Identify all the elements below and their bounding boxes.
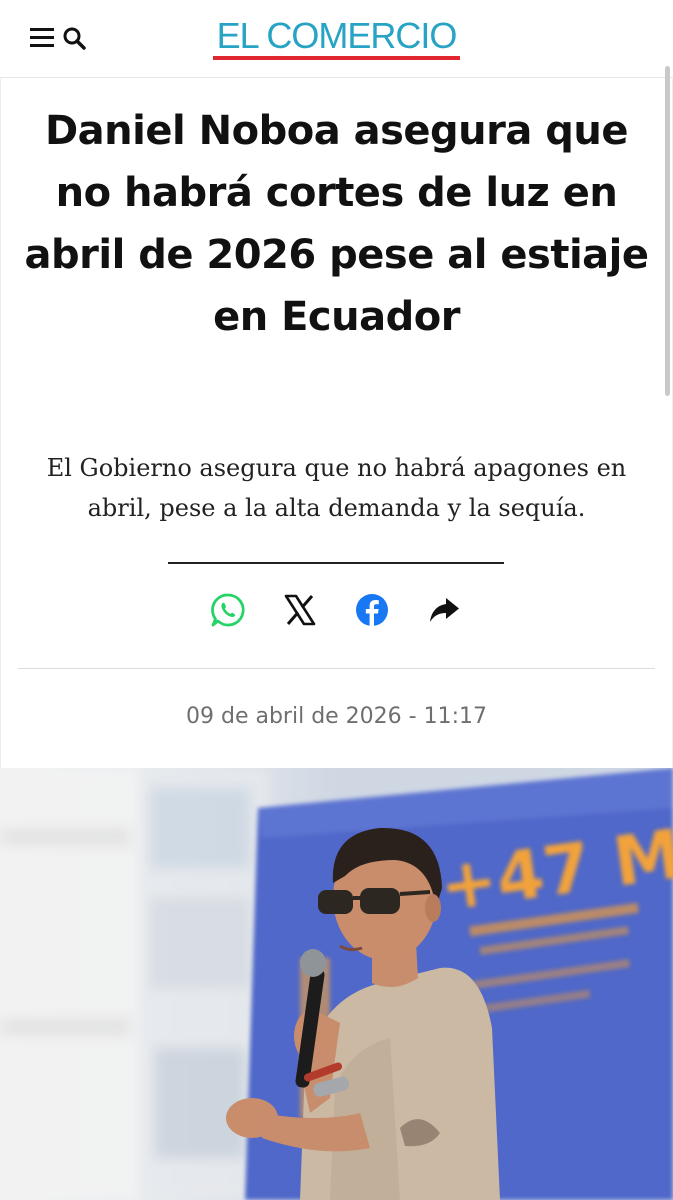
x-icon: [284, 594, 316, 626]
logo-underline: [213, 56, 460, 60]
article-photo[interactable]: +47 MIL: [0, 768, 673, 1200]
share-arrow-icon: [430, 598, 459, 622]
facebook-icon: [356, 594, 388, 626]
article-summary: El Gobierno asegura que no habrá apagone…: [46, 454, 627, 522]
speaker-photo-illustration: +47 MIL: [0, 768, 673, 1200]
site-logo[interactable]: EL COMERCIO: [0, 14, 673, 58]
x-share-button[interactable]: [278, 588, 322, 632]
share-button[interactable]: [422, 588, 466, 632]
section-divider: [18, 668, 655, 669]
scrollbar[interactable]: [665, 66, 670, 396]
article-headline: Daniel Noboa asegura que no habrá cortes…: [24, 108, 650, 340]
whatsapp-icon: [211, 593, 245, 627]
facebook-share-button[interactable]: [350, 588, 394, 632]
share-bar: [190, 588, 490, 632]
whatsapp-share-button[interactable]: [206, 588, 250, 632]
publish-date: 09 de abril de 2026 - 11:17: [186, 704, 487, 729]
summary-divider: [168, 562, 504, 564]
top-bar: EL COMERCIO: [0, 0, 673, 78]
